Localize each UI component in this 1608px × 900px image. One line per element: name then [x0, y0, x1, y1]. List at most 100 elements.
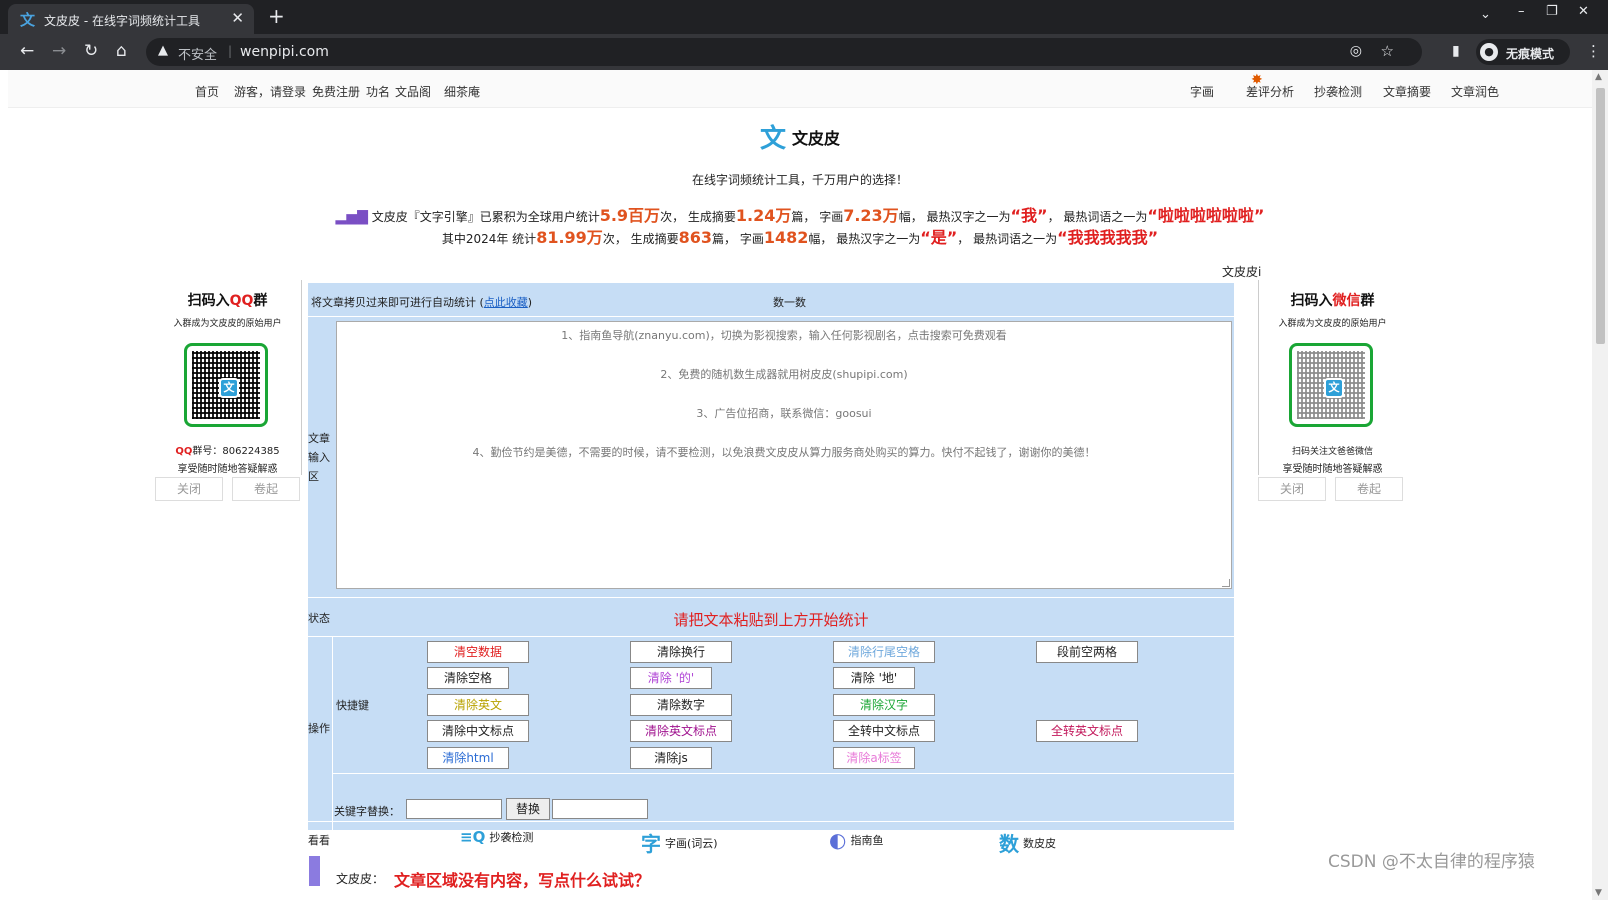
qq-panel-desc: 享受随时随地答疑解惑 — [177, 464, 278, 475]
bar-chart-icon: ▂▅▇ — [335, 209, 368, 225]
stats-zihua-count: 7.23万 — [843, 206, 899, 225]
stats-text: 次， 生成摘要 — [602, 232, 679, 246]
clear-trailing-space-button[interactable]: 清除行尾空格 — [833, 641, 935, 663]
clear-data-button[interactable]: 清空数据 — [427, 641, 529, 663]
clear-cn-punct-button[interactable]: 清除中文标点 — [427, 720, 529, 742]
close-window-icon[interactable]: ✕ — [1578, 4, 1589, 19]
site-favicon: 文 — [20, 11, 36, 29]
insecure-label[interactable]: 不安全 — [178, 44, 217, 63]
result-row: 文皮皮： 文章区域没有内容，写点什么试试？ — [308, 856, 1234, 890]
scrollbar-thumb[interactable] — [1596, 88, 1605, 344]
new-tab-icon[interactable]: + — [268, 4, 285, 28]
see-plagiarism-link[interactable]: ≡Q 抄袭检测 — [460, 828, 533, 846]
stats-year-summary: 863 — [678, 228, 713, 247]
wx-close-button[interactable]: 关闭 — [1258, 477, 1326, 501]
clear-di-button[interactable]: 清除 '地' — [833, 667, 915, 689]
close-tab-icon[interactable]: ✕ — [231, 9, 244, 27]
incognito-label: 无痕模式 — [1506, 47, 1555, 61]
clear-chinese-button[interactable]: 清除汉字 — [833, 694, 935, 716]
nav-login[interactable]: 游客，请登录 — [234, 83, 306, 100]
forward-icon[interactable]: → — [52, 41, 66, 61]
clear-en-punct-button[interactable]: 清除英文标点 — [630, 720, 732, 742]
stats-text: 文皮皮『文字引擎』已累积为全球用户统计 — [371, 210, 600, 224]
clear-space-button[interactable]: 清除空格 — [427, 667, 509, 689]
minimize-icon[interactable]: – — [1518, 4, 1525, 19]
qq-qr-code: 文 — [184, 343, 268, 427]
see-znanyu-link[interactable]: ◐ 指南鱼 — [829, 828, 883, 852]
eye-slash-icon[interactable]: ◎ — [1350, 43, 1362, 59]
incognito-badge[interactable]: ● 无痕模式 — [1476, 39, 1570, 65]
resize-grip-icon[interactable] — [1222, 579, 1230, 587]
nav-zihua[interactable]: 字画 — [1190, 83, 1214, 100]
qq-label: QQ — [175, 446, 193, 457]
see-item-label: 数皮皮 — [1023, 836, 1056, 850]
wx-collapse-button[interactable]: 卷起 — [1335, 477, 1403, 501]
tab-search-icon[interactable]: ⌄ — [1480, 7, 1491, 22]
stats-year-hot-word: “我我我我我” — [1057, 228, 1159, 247]
scroll-up-icon[interactable]: ▲ — [1595, 72, 1602, 82]
result-indicator — [309, 856, 320, 886]
qq-number: QQ群号：806224385 — [154, 442, 301, 457]
scroll-down-icon[interactable]: ▼ — [1595, 888, 1602, 898]
nav-gongming[interactable]: 功名 — [366, 83, 390, 100]
keyword-replace-input[interactable] — [552, 799, 648, 819]
nav-wenpinge[interactable]: 文品阁 — [395, 83, 431, 100]
copy-hint-text: 将文章拷贝过来即可进行自动统计 ( — [311, 296, 484, 309]
tab-title: 文皮皮 - 在线字词频统计工具 — [44, 14, 200, 28]
clear-js-button[interactable]: 清除js — [630, 747, 712, 769]
reload-icon[interactable]: ↻ — [84, 41, 98, 61]
replace-button[interactable]: 替换 — [506, 798, 550, 820]
ops-divider — [332, 637, 333, 830]
bookmark-star-icon[interactable]: ☆ — [1381, 42, 1394, 60]
clear-de-button[interactable]: 清除 '的' — [630, 667, 712, 689]
see-shupipi-link[interactable]: 数数皮皮 — [999, 828, 1056, 857]
wx-panel-desc: 享受随时随地答疑解惑 — [1282, 464, 1383, 475]
see-item-label: 字画(词云) — [665, 836, 718, 850]
article-input-textarea[interactable]: 1、指南鱼导航(znanyu.com)，切换为影视搜索，输入任何影视剧名，点击搜… — [336, 321, 1232, 589]
placeholder-line: 2、免费的随机数生成器就用树皮皮(shupipi.com) — [660, 368, 908, 381]
url-text[interactable]: wenpipi.com — [240, 44, 329, 60]
see-zihua-link[interactable]: 字字画(词云) — [641, 828, 718, 857]
nav-plagiarism[interactable]: 抄袭检测 — [1314, 83, 1362, 100]
qq-close-button[interactable]: 关闭 — [155, 477, 223, 501]
stats-year-count: 81.99万 — [536, 228, 603, 247]
address-bar[interactable]: ▲ 不安全 | wenpipi.com ◎ ☆ — [146, 38, 1422, 66]
browser-window: 文 文皮皮 - 在线字词频统计工具 ✕ + ⌄ – ❐ ✕ ← → ↻ ⌂ ▲ … — [0, 0, 1608, 900]
indent-paragraph-button[interactable]: 段前空两格 — [1036, 641, 1138, 663]
back-icon[interactable]: ← — [20, 41, 34, 61]
nav-xichaan[interactable]: 细茶庵 — [444, 83, 480, 100]
result-message: 文章区域没有内容，写点什么试试？ — [394, 871, 651, 890]
browser-tab[interactable]: 文 文皮皮 - 在线字词频统计工具 ✕ — [8, 4, 254, 34]
menu-kebab-icon[interactable]: ⋮ — [1586, 42, 1601, 60]
keyword-find-input[interactable] — [406, 799, 502, 819]
nav-polish[interactable]: 文章润色 — [1451, 83, 1499, 100]
nav-register[interactable]: 免费注册 — [312, 83, 360, 100]
clear-html-button[interactable]: 清除html — [427, 747, 509, 769]
bookmark-link[interactable]: 点此收藏 — [484, 296, 528, 309]
wx-panel-subtitle: 入群成为文皮皮的原始用户 — [1278, 319, 1387, 329]
clear-newline-button[interactable]: 清除换行 — [630, 641, 732, 663]
browser-toolbar: ← → ↻ ⌂ ▲ 不安全 | wenpipi.com ◎ ☆ ▮ ● 无痕模式… — [0, 34, 1608, 70]
page-scrollbar[interactable]: ▲ ▼ — [1592, 70, 1608, 900]
restore-icon[interactable]: ❐ — [1546, 4, 1558, 19]
clear-a-tag-button[interactable]: 清除a标签 — [833, 747, 915, 769]
clear-digits-button[interactable]: 清除数字 — [630, 694, 732, 716]
see-label: 看看 — [308, 834, 330, 847]
nav-summary[interactable]: 文章摘要 — [1383, 83, 1431, 100]
warning-icon[interactable]: ▲ — [158, 43, 168, 58]
see-also-row: 看看 ≡Q 抄袭检测 字字画(词云) ◐ 指南鱼 数数皮皮 — [308, 821, 1234, 857]
wx-panel-info: 扫码关注文爸爸微信 — [1291, 447, 1373, 457]
to-cn-punct-button[interactable]: 全转中文标点 — [833, 720, 935, 742]
nav-review-analysis[interactable]: 差评分析 — [1246, 83, 1294, 100]
qq-collapse-button[interactable]: 卷起 — [232, 477, 300, 501]
placeholder-line: 4、勤俭节约是美德，不需要的时候，请不要检测，以免浪费文皮皮从算力服务商处购买的… — [472, 446, 1096, 459]
wx-title-prefix: 扫码入 — [1290, 293, 1333, 309]
nav-home[interactable]: 首页 — [195, 83, 219, 100]
home-icon[interactable]: ⌂ — [116, 41, 127, 61]
see-item-label: 抄袭检测 — [489, 831, 534, 844]
clear-english-button[interactable]: 清除英文 — [427, 694, 529, 716]
to-en-punct-button[interactable]: 全转英文标点 — [1036, 720, 1138, 742]
qq-panel-subtitle: 入群成为文皮皮的原始用户 — [173, 319, 282, 329]
keyword-replace-label: 关键字替换： — [334, 805, 400, 818]
side-panel-icon[interactable]: ▮ — [1452, 43, 1460, 59]
